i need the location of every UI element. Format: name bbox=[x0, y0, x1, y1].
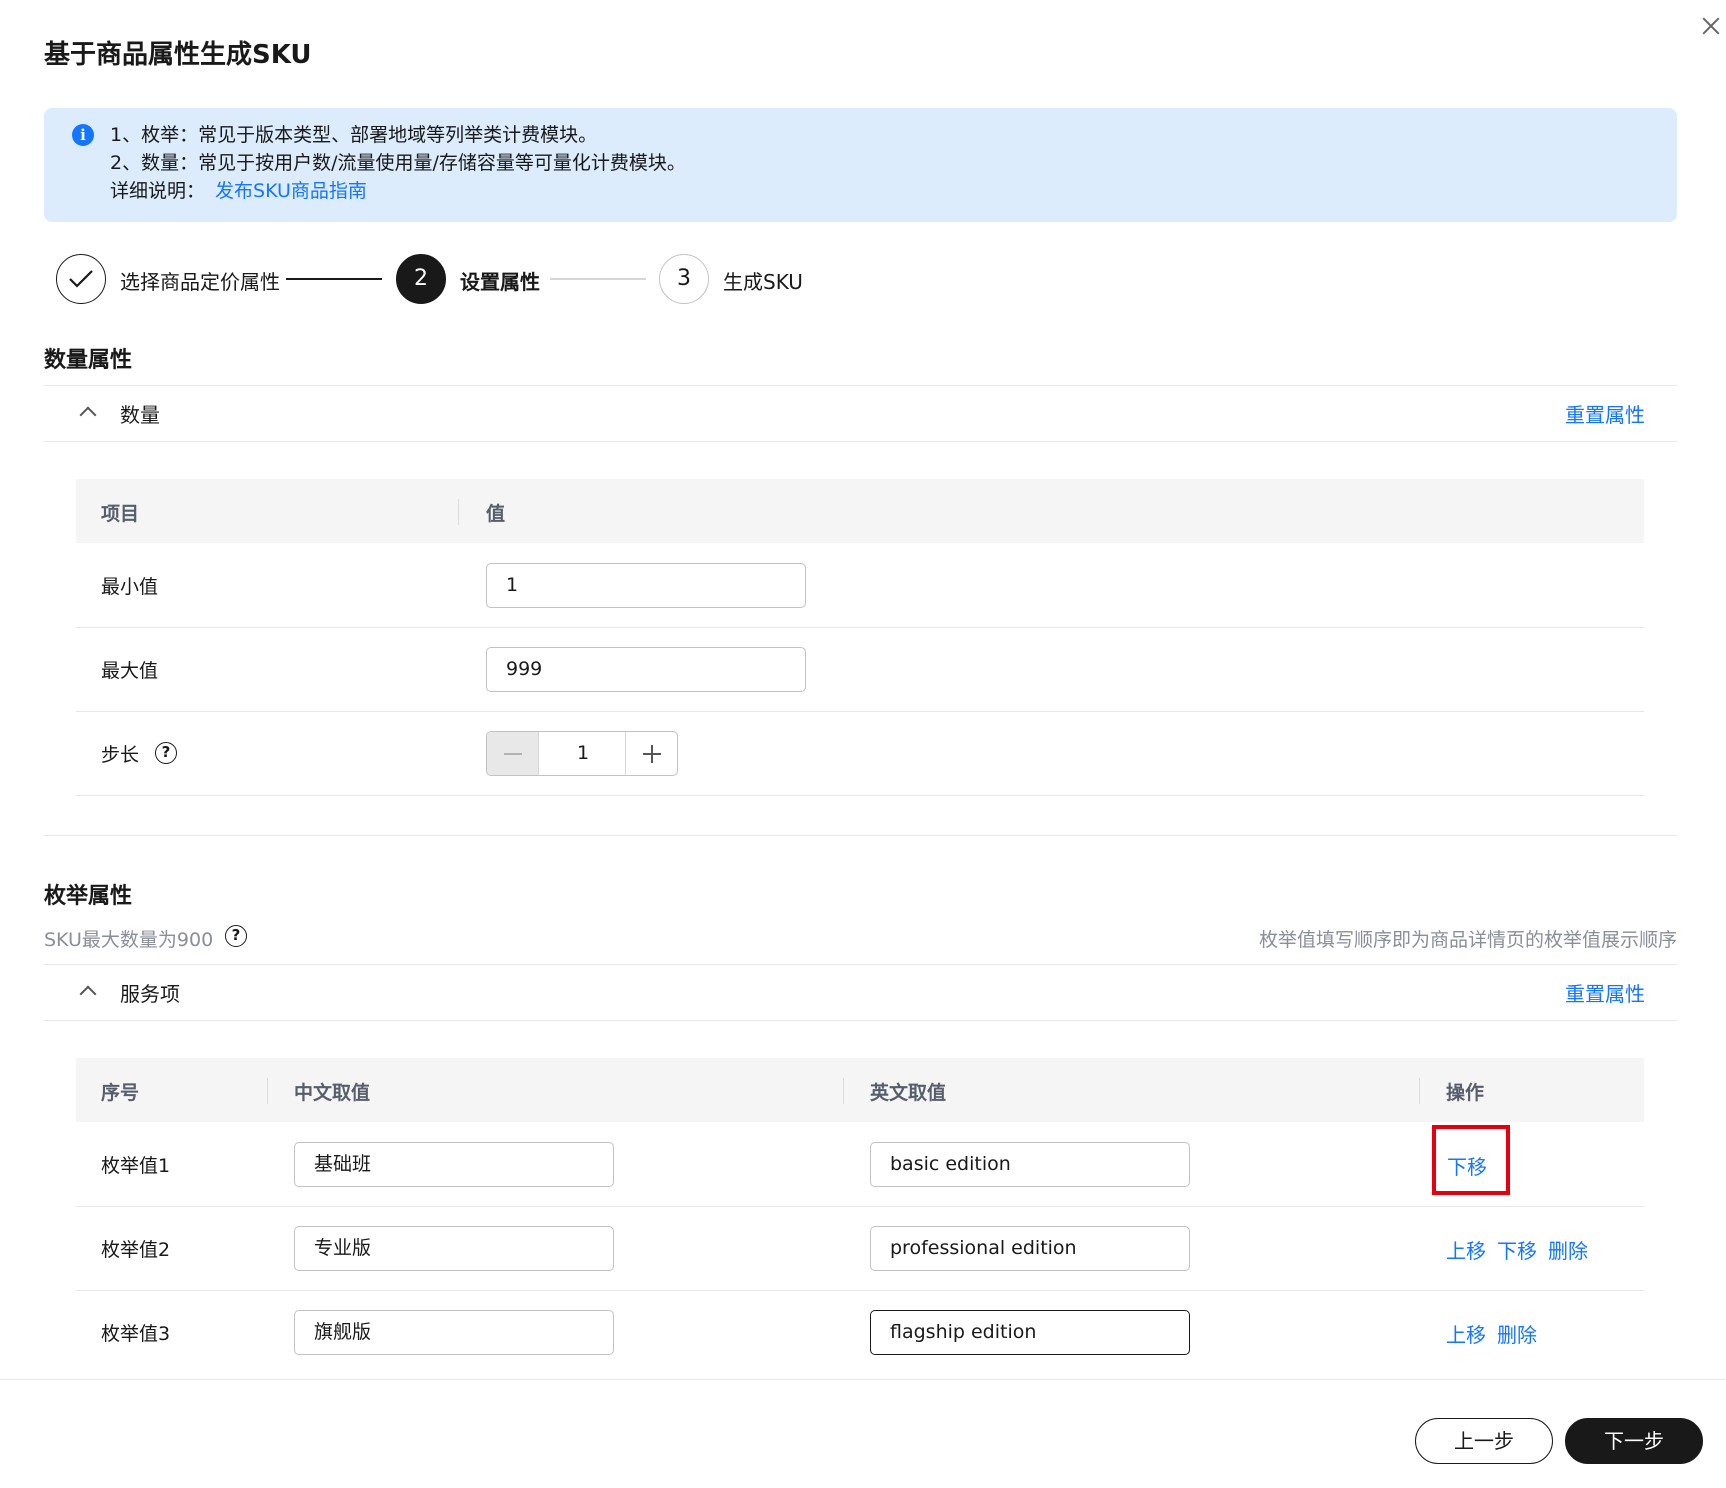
enum-row-2-move-up[interactable]: 上移 bbox=[1446, 1235, 1486, 1264]
notice-line-3: 详细说明： 发布SKU商品指南 bbox=[110, 178, 367, 204]
column-header-actions: 操作 bbox=[1446, 1082, 1485, 1104]
enum-row-3-delete[interactable]: 删除 bbox=[1497, 1319, 1537, 1348]
service-group-header[interactable]: 服务项 重置属性 bbox=[44, 964, 1677, 1020]
step-2-number: 2 bbox=[396, 254, 446, 304]
min-value-input[interactable]: 1 bbox=[486, 563, 806, 608]
enum-row-2-english-input[interactable]: professional edition bbox=[870, 1226, 1190, 1271]
step-size-label: 步长 bbox=[101, 744, 140, 766]
quantity-table-header: 项目 值 bbox=[76, 479, 1644, 543]
column-separator bbox=[843, 1078, 844, 1104]
help-icon[interactable]: ? bbox=[225, 925, 247, 947]
row-divider bbox=[76, 1290, 1644, 1291]
notice-line-3-prefix: 详细说明： bbox=[110, 180, 206, 202]
step-1-check-icon bbox=[56, 254, 106, 304]
step-size-value[interactable]: 1 bbox=[539, 732, 627, 775]
next-step-button[interactable]: 下一步 bbox=[1565, 1418, 1703, 1464]
highlight-box bbox=[1432, 1125, 1510, 1195]
enum-table-header: 序号 中文取值 英文取值 操作 bbox=[76, 1058, 1644, 1122]
quantity-group-header[interactable]: 数量 重置属性 bbox=[44, 385, 1677, 441]
divider bbox=[44, 441, 1677, 442]
enum-row-3-english-input[interactable]: flagship edition bbox=[870, 1310, 1190, 1355]
close-icon[interactable] bbox=[1696, 12, 1726, 42]
increment-button[interactable] bbox=[625, 732, 677, 775]
enum-row-3-chinese-input[interactable]: 旗舰版 bbox=[294, 1310, 614, 1355]
row-divider bbox=[76, 1206, 1644, 1207]
divider bbox=[44, 1020, 1677, 1021]
step-1-label: 选择商品定价属性 bbox=[120, 270, 280, 294]
column-separator bbox=[267, 1078, 268, 1104]
chevron-up-icon[interactable] bbox=[80, 984, 94, 998]
min-value-label: 最小值 bbox=[101, 576, 159, 598]
enum-order-note: 枚举值填写顺序即为商品详情页的枚举值展示顺序 bbox=[1258, 929, 1677, 951]
step-size-stepper: 1 bbox=[486, 731, 678, 776]
chevron-up-icon[interactable] bbox=[80, 405, 94, 419]
quantity-reset-link[interactable]: 重置属性 bbox=[1565, 399, 1645, 428]
enum-row-1-chinese-input[interactable]: 基础班 bbox=[294, 1142, 614, 1187]
step-3-number: 3 bbox=[659, 254, 709, 304]
enum-row-2-move-down[interactable]: 下移 bbox=[1497, 1235, 1537, 1264]
enum-row-2-index: 枚举值2 bbox=[101, 1239, 171, 1261]
row-divider bbox=[76, 627, 1644, 628]
row-divider bbox=[76, 711, 1644, 712]
info-icon: i bbox=[72, 124, 94, 146]
dialog-title: 基于商品属性生成SKU bbox=[44, 40, 312, 70]
enum-row-1-index: 枚举值1 bbox=[101, 1155, 171, 1177]
max-value-input[interactable]: 999 bbox=[486, 647, 806, 692]
service-reset-link[interactable]: 重置属性 bbox=[1565, 978, 1645, 1007]
column-header-value: 值 bbox=[486, 503, 506, 525]
stepper-progress: 选择商品定价属性 2 设置属性 3 生成SKU bbox=[56, 254, 956, 306]
column-separator bbox=[458, 499, 459, 525]
quantity-group-label: 数量 bbox=[120, 403, 160, 427]
decrement-button[interactable] bbox=[487, 732, 539, 775]
notice-line-2: 2、数量：常见于按用户数/流量使用量/存储容量等可量化计费模块。 bbox=[110, 152, 686, 174]
max-value-label: 最大值 bbox=[101, 660, 159, 682]
column-header-item: 项目 bbox=[101, 503, 140, 525]
enum-row-3-move-up[interactable]: 上移 bbox=[1446, 1319, 1486, 1348]
footer-divider bbox=[0, 1379, 1726, 1380]
enum-row-3-index: 枚举值3 bbox=[101, 1323, 171, 1345]
sku-dialog: 基于商品属性生成SKU i 1、枚举：常见于版本类型、部署地域等列举类计费模块。… bbox=[0, 0, 1726, 1488]
info-notice: i 1、枚举：常见于版本类型、部署地域等列举类计费模块。 2、数量：常见于按用户… bbox=[44, 108, 1677, 222]
service-group-label: 服务项 bbox=[120, 982, 180, 1006]
enum-row-2-delete[interactable]: 删除 bbox=[1548, 1235, 1588, 1264]
step-connector-1 bbox=[286, 278, 382, 280]
step-3-label: 生成SKU bbox=[723, 270, 803, 294]
enum-row-1-english-input[interactable]: basic edition bbox=[870, 1142, 1190, 1187]
help-icon[interactable]: ? bbox=[155, 742, 177, 764]
column-header-english: 英文取值 bbox=[870, 1082, 947, 1104]
column-header-chinese: 中文取值 bbox=[294, 1082, 371, 1104]
step-2-label: 设置属性 bbox=[460, 270, 540, 294]
sku-limit-note: SKU最大数量为900 bbox=[44, 929, 214, 951]
previous-step-button[interactable]: 上一步 bbox=[1415, 1418, 1553, 1464]
quantity-section-title: 数量属性 bbox=[44, 348, 133, 373]
notice-line-1: 1、枚举：常见于版本类型、部署地域等列举类计费模块。 bbox=[110, 124, 598, 146]
enum-row-2-chinese-input[interactable]: 专业版 bbox=[294, 1226, 614, 1271]
column-header-index: 序号 bbox=[101, 1082, 140, 1104]
enum-section-title: 枚举属性 bbox=[44, 884, 133, 909]
section-divider bbox=[44, 835, 1677, 836]
row-divider bbox=[76, 795, 1644, 796]
step-connector-2 bbox=[550, 278, 646, 280]
sku-guide-link[interactable]: 发布SKU商品指南 bbox=[215, 180, 367, 202]
column-separator bbox=[1419, 1078, 1420, 1104]
